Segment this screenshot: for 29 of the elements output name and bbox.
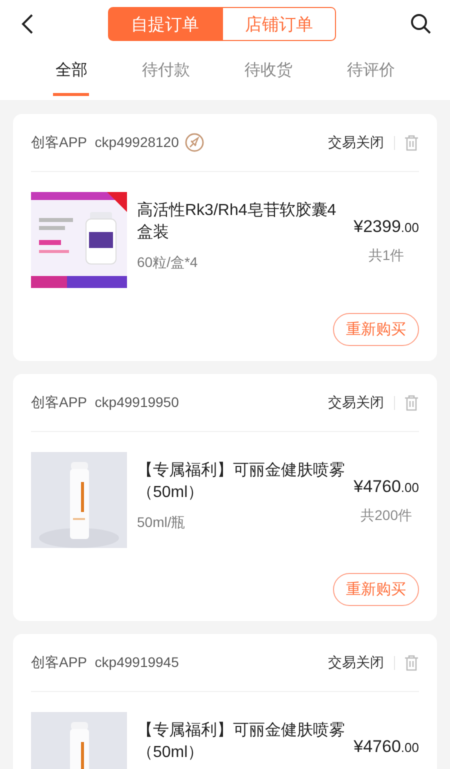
product-price: ¥4760.00	[354, 477, 419, 497]
product-spec: 50ml/瓶	[137, 514, 186, 532]
product-price: ¥2399.00	[354, 217, 419, 237]
order-number: 创客APP ckp49919950	[31, 394, 179, 412]
status-tab[interactable]: 待付款	[140, 48, 192, 96]
item-count: 共200件	[360, 507, 412, 525]
status-tab[interactable]: 待评价	[344, 48, 397, 96]
item-count: 共1件	[368, 247, 404, 265]
order-status: 交易关闭	[328, 654, 384, 672]
order-type-tab[interactable]: 店铺订单	[222, 7, 336, 41]
product-price: ¥4760.00	[354, 737, 419, 757]
order-number: 创客APP ckp49919945	[31, 654, 179, 672]
back-icon[interactable]	[20, 13, 34, 35]
product-title: 【专属福利】可丽金健肤喷雾（50ml）	[137, 720, 346, 763]
product-title: 高活性Rk3/Rh4皂苷软胶囊4盒装	[137, 200, 338, 243]
search-icon[interactable]	[410, 13, 432, 35]
product-spec: 60粒/盒*4	[137, 254, 199, 272]
trash-icon[interactable]	[404, 654, 419, 670]
order-type-tab[interactable]: 自提订单	[108, 7, 222, 41]
trash-icon[interactable]	[404, 394, 419, 410]
order-status: 交易关闭	[328, 134, 384, 152]
product-title: 【专属福利】可丽金健肤喷雾（50ml）	[137, 460, 346, 503]
rebuy-button[interactable]: 重新购买	[333, 313, 419, 346]
rebuy-button[interactable]: 重新购买	[333, 573, 419, 606]
order-number: 创客APP ckp49928120	[31, 134, 179, 152]
status-tab[interactable]: 待收货	[242, 48, 294, 96]
trash-icon[interactable]	[404, 134, 419, 150]
order-status: 交易关闭	[328, 394, 384, 412]
status-tab[interactable]: 全部	[53, 48, 90, 96]
